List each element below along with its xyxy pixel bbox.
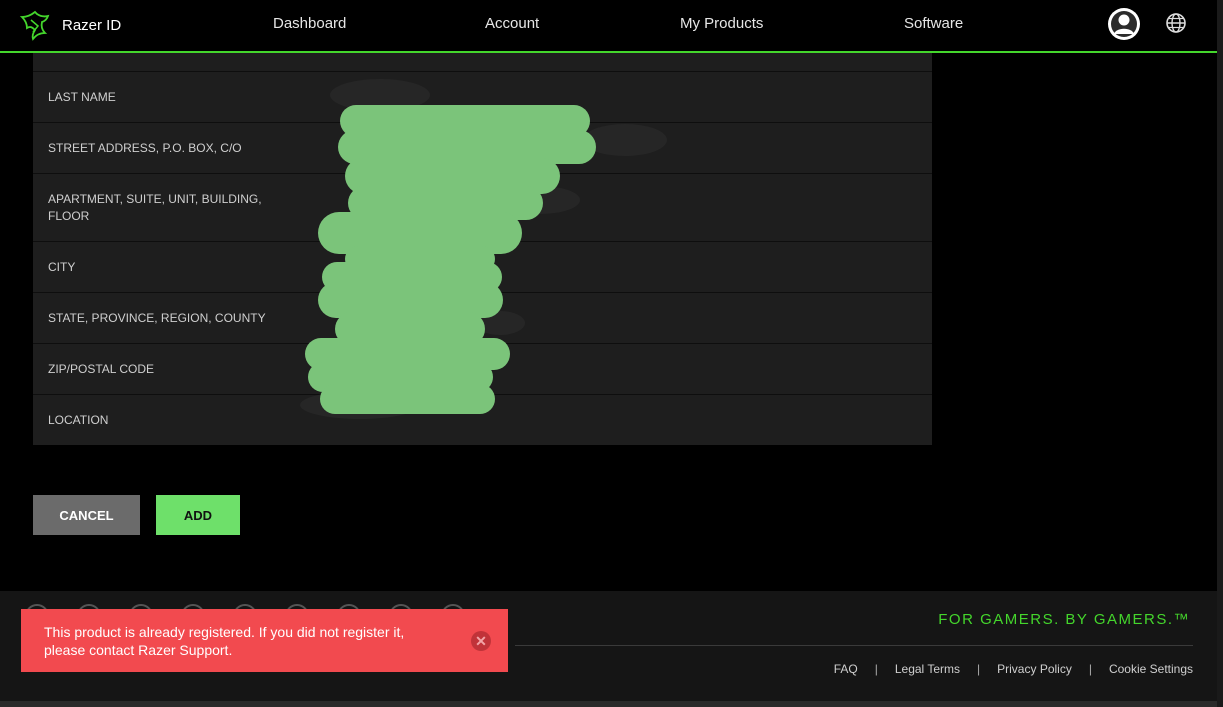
- brand[interactable]: Razer ID: [18, 8, 121, 42]
- add-button[interactable]: ADD: [156, 495, 240, 535]
- address-form: LAST NAME STREET ADDRESS, P.O. BOX, C/O …: [33, 53, 932, 445]
- field-label: LAST NAME: [48, 90, 116, 104]
- toast-message: This product is already registered. If y…: [44, 624, 405, 658]
- nav-dashboard[interactable]: Dashboard: [273, 15, 346, 32]
- avatar[interactable]: [1108, 8, 1140, 40]
- field-label: ZIP/POSTAL CODE: [48, 362, 155, 376]
- footer-link-privacy-policy[interactable]: Privacy Policy: [997, 662, 1072, 676]
- footer-link-faq[interactable]: FAQ: [834, 662, 858, 676]
- nav-account[interactable]: Account: [485, 15, 539, 32]
- footer-link-cookie-settings[interactable]: Cookie Settings: [1109, 662, 1193, 676]
- form-row-apartment[interactable]: APARTMENT, SUITE, UNIT, BUILDING, FLOOR: [33, 173, 932, 241]
- razer-logo-icon: [19, 10, 50, 41]
- cancel-button[interactable]: CANCEL: [33, 495, 140, 535]
- close-icon[interactable]: ✕: [471, 631, 491, 651]
- footer-link-legal-terms[interactable]: Legal Terms: [895, 662, 960, 676]
- footer-divider: [515, 645, 1193, 646]
- window-edge: [1217, 0, 1223, 707]
- field-label: STATE, PROVINCE, REGION, COUNTY: [48, 311, 266, 325]
- globe-icon[interactable]: [1165, 12, 1187, 34]
- form-row-zip[interactable]: ZIP/POSTAL CODE: [33, 343, 932, 394]
- field-label: CITY: [48, 260, 76, 274]
- background-art: [0, 701, 1217, 707]
- separator: |: [874, 662, 878, 676]
- field-label: STREET ADDRESS, P.O. BOX, C/O: [48, 141, 242, 155]
- nav-software[interactable]: Software: [904, 15, 963, 32]
- top-nav: Razer ID Dashboard Account My Products S…: [0, 0, 1217, 53]
- form-row-location[interactable]: LOCATION: [33, 394, 932, 445]
- form-row-last-name[interactable]: LAST NAME: [33, 71, 932, 122]
- brand-name: Razer ID: [62, 16, 122, 34]
- form-row-street-address[interactable]: STREET ADDRESS, P.O. BOX, C/O: [33, 122, 932, 173]
- form-row-state[interactable]: STATE, PROVINCE, REGION, COUNTY: [33, 292, 932, 343]
- form-row-city[interactable]: CITY: [33, 241, 932, 292]
- field-label: APARTMENT, SUITE, UNIT, BUILDING, FLOOR: [48, 192, 262, 223]
- separator: |: [977, 662, 981, 676]
- separator: |: [1088, 662, 1092, 676]
- field-label: LOCATION: [48, 413, 109, 427]
- nav-my-products[interactable]: My Products: [680, 15, 763, 32]
- footer-links: FAQ | Legal Terms | Privacy Policy | Coo…: [834, 662, 1193, 676]
- tagline: FOR GAMERS. BY GAMERS.™: [938, 611, 1190, 628]
- user-icon: [1111, 11, 1137, 37]
- error-toast: This product is already registered. If y…: [21, 609, 508, 672]
- form-row-partial: [33, 53, 932, 71]
